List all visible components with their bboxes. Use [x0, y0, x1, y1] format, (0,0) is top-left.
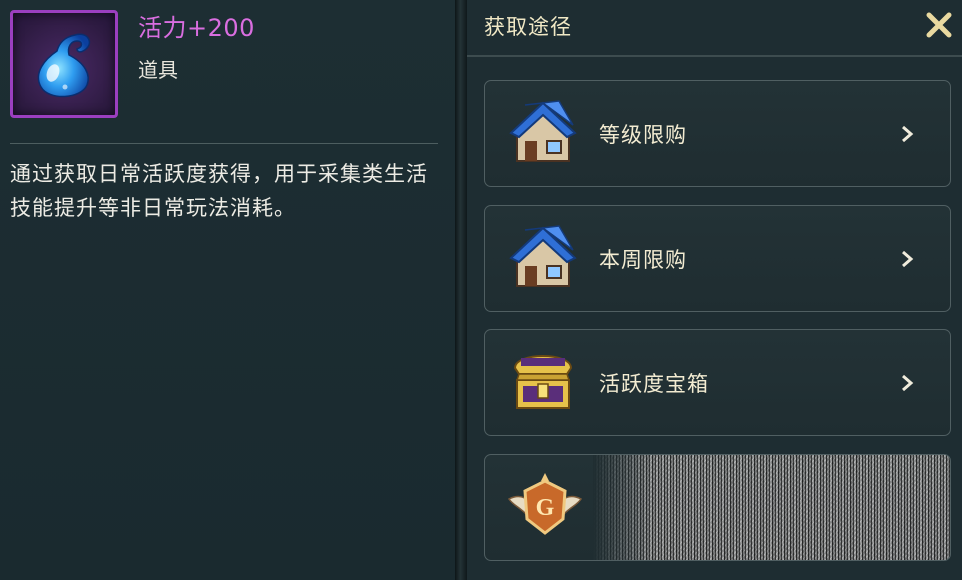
panel-separator [455, 0, 467, 580]
source-label: 活跃度宝箱 [599, 372, 709, 396]
source-level-limited-button[interactable]: 等级限购 [484, 80, 951, 187]
obscured-region-fade [593, 455, 653, 560]
shop-house-icon [509, 100, 577, 162]
source-activity-chest-button[interactable]: 活跃度宝箱 [484, 329, 951, 436]
treasure-chest-icon [513, 355, 573, 409]
source-label: 等级限购 [599, 123, 687, 147]
panel-title: 获取途径 [484, 15, 572, 39]
source-label: 本周限购 [599, 248, 687, 272]
item-type: 道具 [138, 58, 178, 82]
item-detail-panel: 活力+200 道具 通过获取日常活跃度获得，用于采集类生活技能提升等非日常玩法消… [0, 0, 455, 580]
divider [10, 143, 438, 144]
close-icon [926, 12, 952, 38]
source-weekly-limited-button[interactable]: 本周限购 [484, 205, 951, 312]
title-rule [467, 55, 962, 57]
item-name: 活力+200 [138, 14, 255, 42]
acquisition-panel: 获取途径 等级限购 本周限购 活跃度宝箱 G [467, 0, 962, 580]
chevron-right-icon [902, 374, 914, 392]
source-guild-button[interactable]: G [484, 454, 951, 561]
chevron-right-icon [902, 125, 914, 143]
svg-text:G: G [536, 495, 555, 521]
chevron-right-icon [902, 250, 914, 268]
item-description: 通过获取日常活跃度获得，用于采集类生活技能提升等非日常玩法消耗。 [10, 162, 428, 220]
close-button[interactable] [922, 8, 956, 42]
item-icon-frame [10, 10, 118, 118]
blue-droplet-icon [37, 33, 91, 98]
shop-house-icon [509, 225, 577, 287]
guild-emblem-icon: G [507, 473, 583, 535]
